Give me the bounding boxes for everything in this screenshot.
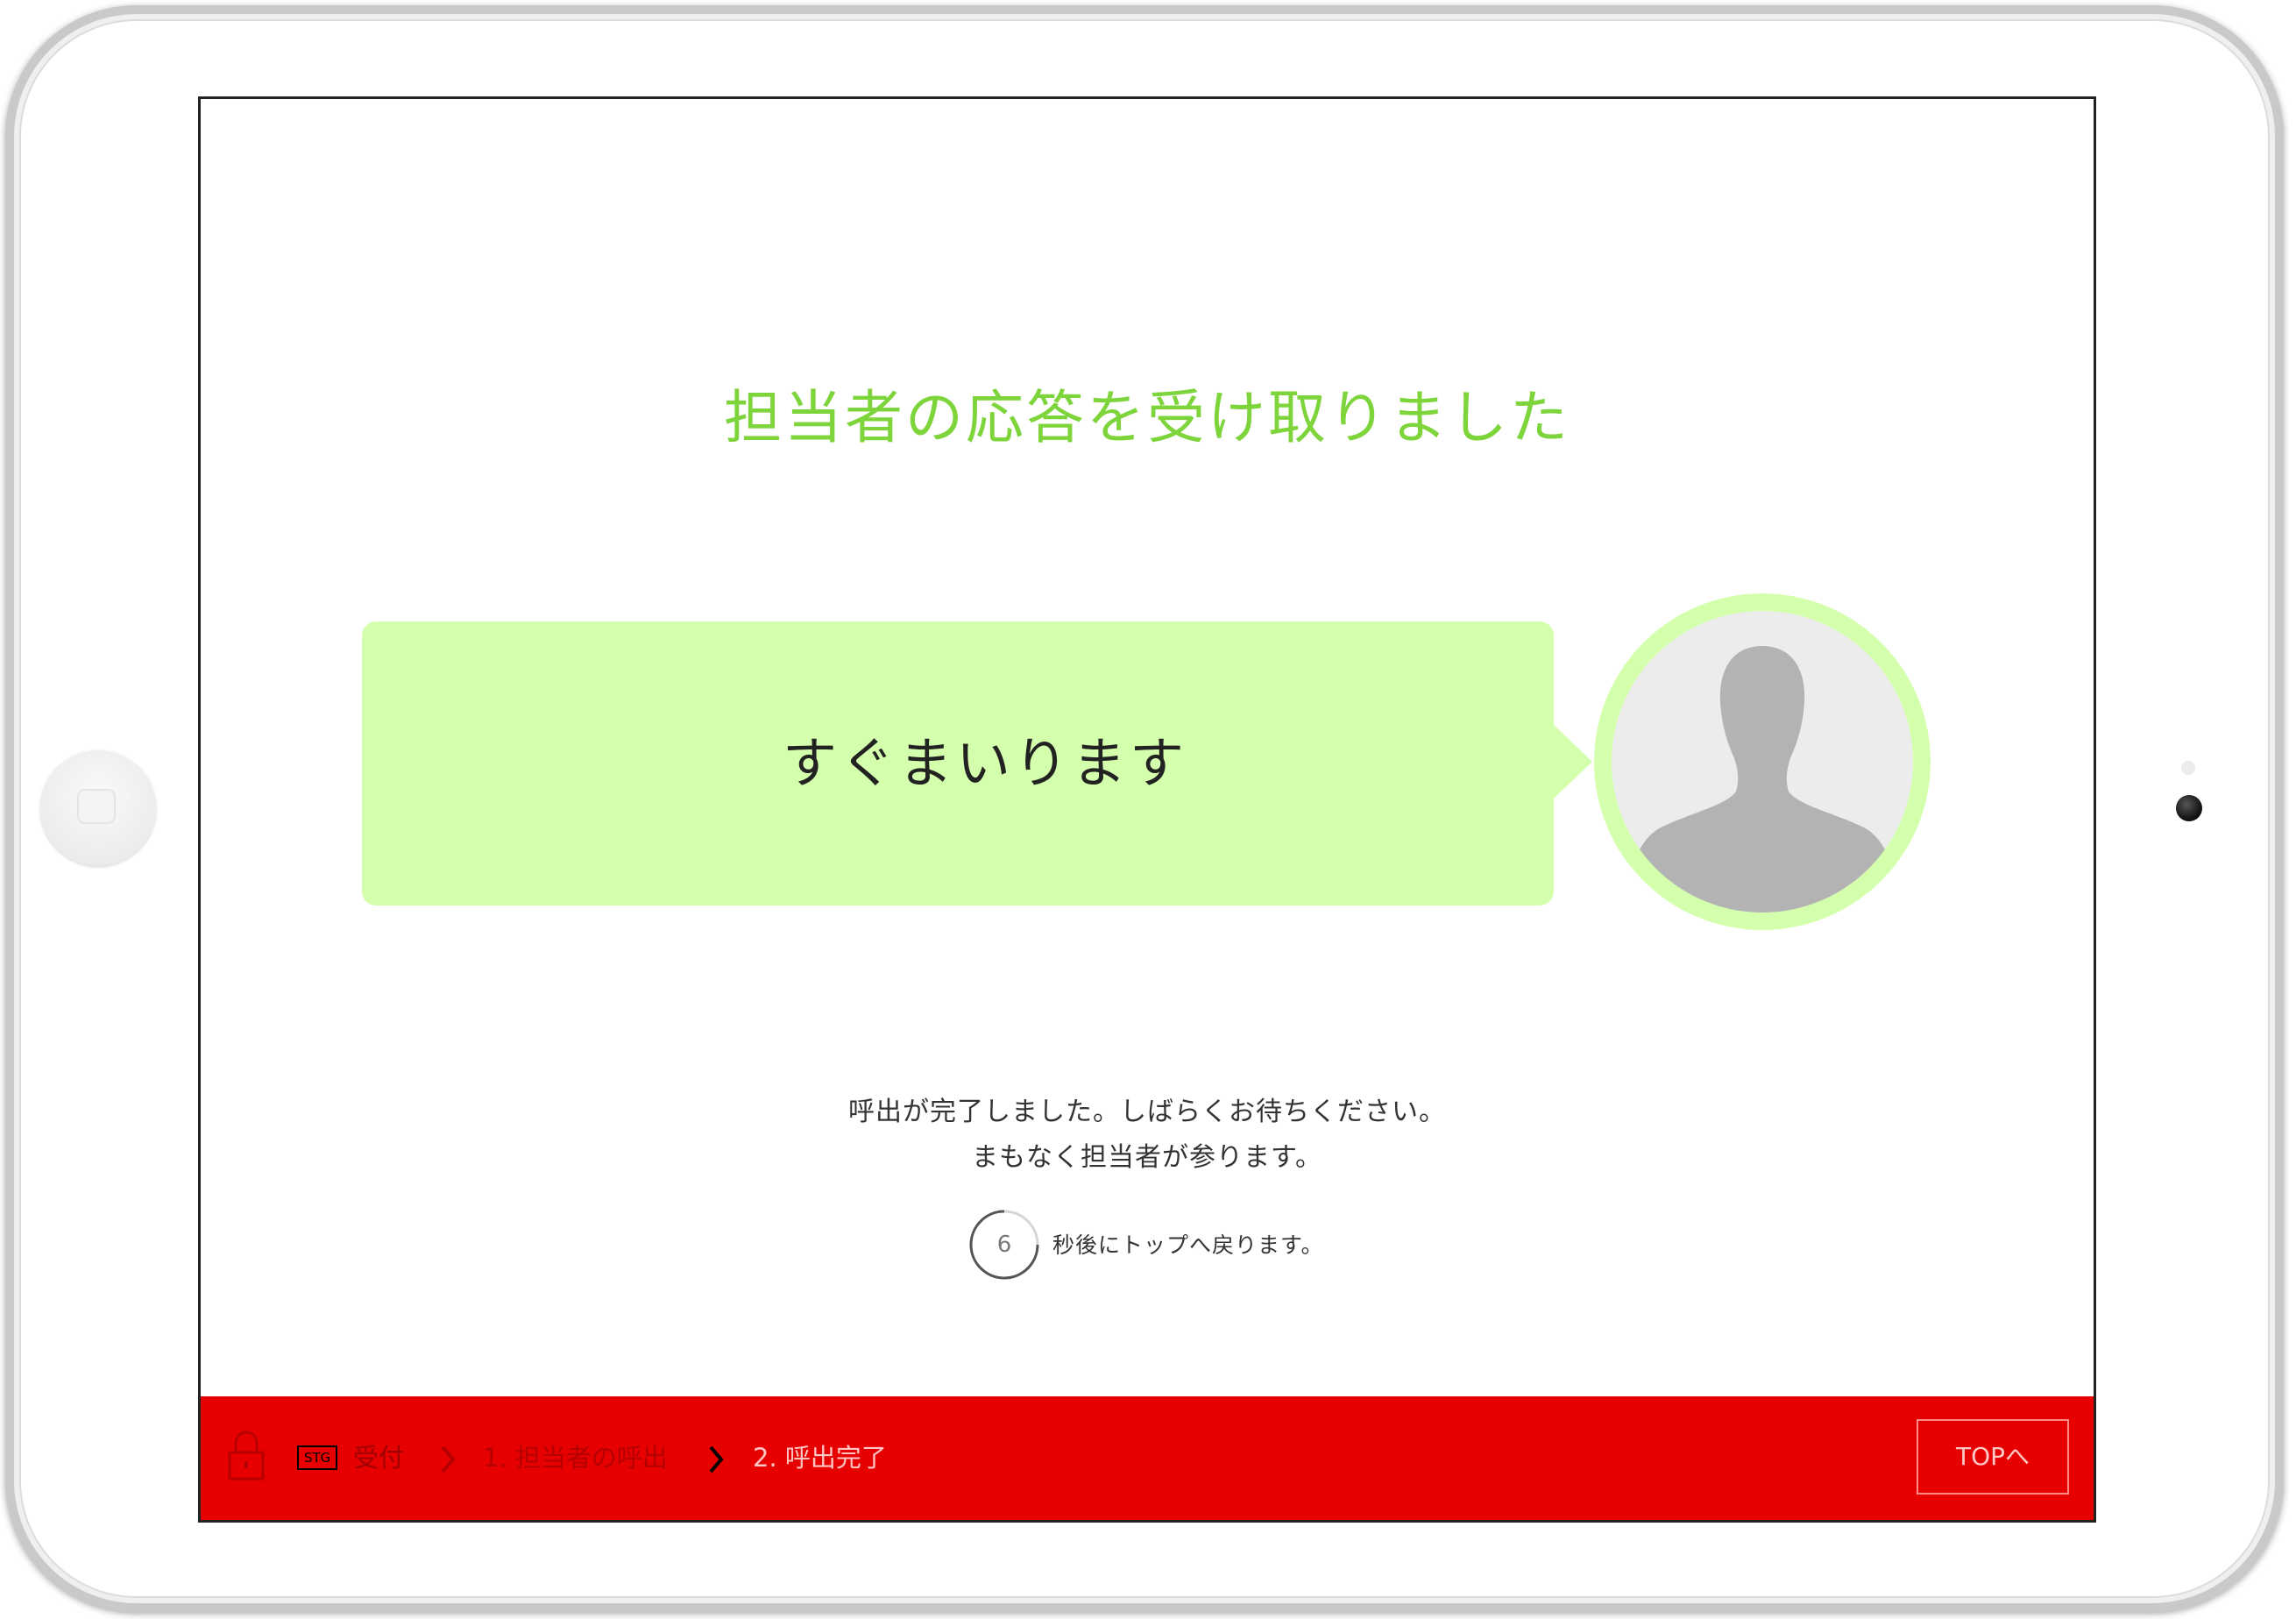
- breadcrumb-step1[interactable]: 1. 担当者の呼出: [483, 1440, 668, 1475]
- breadcrumb-step2: 2. 呼出完了: [753, 1443, 887, 1473]
- person-silhouette-icon: [1612, 611, 1913, 912]
- light-sensor: [2181, 761, 2195, 775]
- speech-bubble: すぐまいります: [362, 621, 1554, 905]
- bubble-message: すぐまいります: [783, 731, 1188, 795]
- avatar: [1594, 593, 1931, 930]
- chevron-right-icon: [441, 1445, 456, 1473]
- chevron-right-icon: [709, 1445, 724, 1473]
- status-message-line2: まもなく担当者が参ります。: [972, 1142, 1322, 1173]
- status-message: 呼出が完了しました。しばらくお待ちください。 まもなく担当者が参ります。: [201, 1090, 2094, 1181]
- countdown-text: 秒後にトップへ戻ります。: [1052, 1232, 1324, 1258]
- speech-bubble-tail: [1552, 723, 1592, 800]
- status-message-line1: 呼出が完了しました。しばらくお待ちください。: [848, 1097, 1446, 1127]
- home-button-icon: [77, 789, 116, 824]
- top-button[interactable]: TOPへ: [1917, 1419, 2069, 1495]
- environment-badge: STG: [297, 1445, 338, 1470]
- app-screen: 担当者の応答を受け取りました すぐまいります 呼出が完了しました。しばらくお待ち…: [198, 96, 2096, 1523]
- camera-icon: [2176, 795, 2202, 821]
- lock-icon: [228, 1431, 265, 1481]
- breadcrumb-home[interactable]: 受付: [353, 1440, 404, 1475]
- page-title: 担当者の応答を受け取りました: [724, 384, 1570, 451]
- countdown-seconds: 6: [996, 1232, 1012, 1258]
- footer-bar: STG 受付 1. 担当者の呼出 2. 呼出完了 TOPへ: [201, 1396, 2094, 1520]
